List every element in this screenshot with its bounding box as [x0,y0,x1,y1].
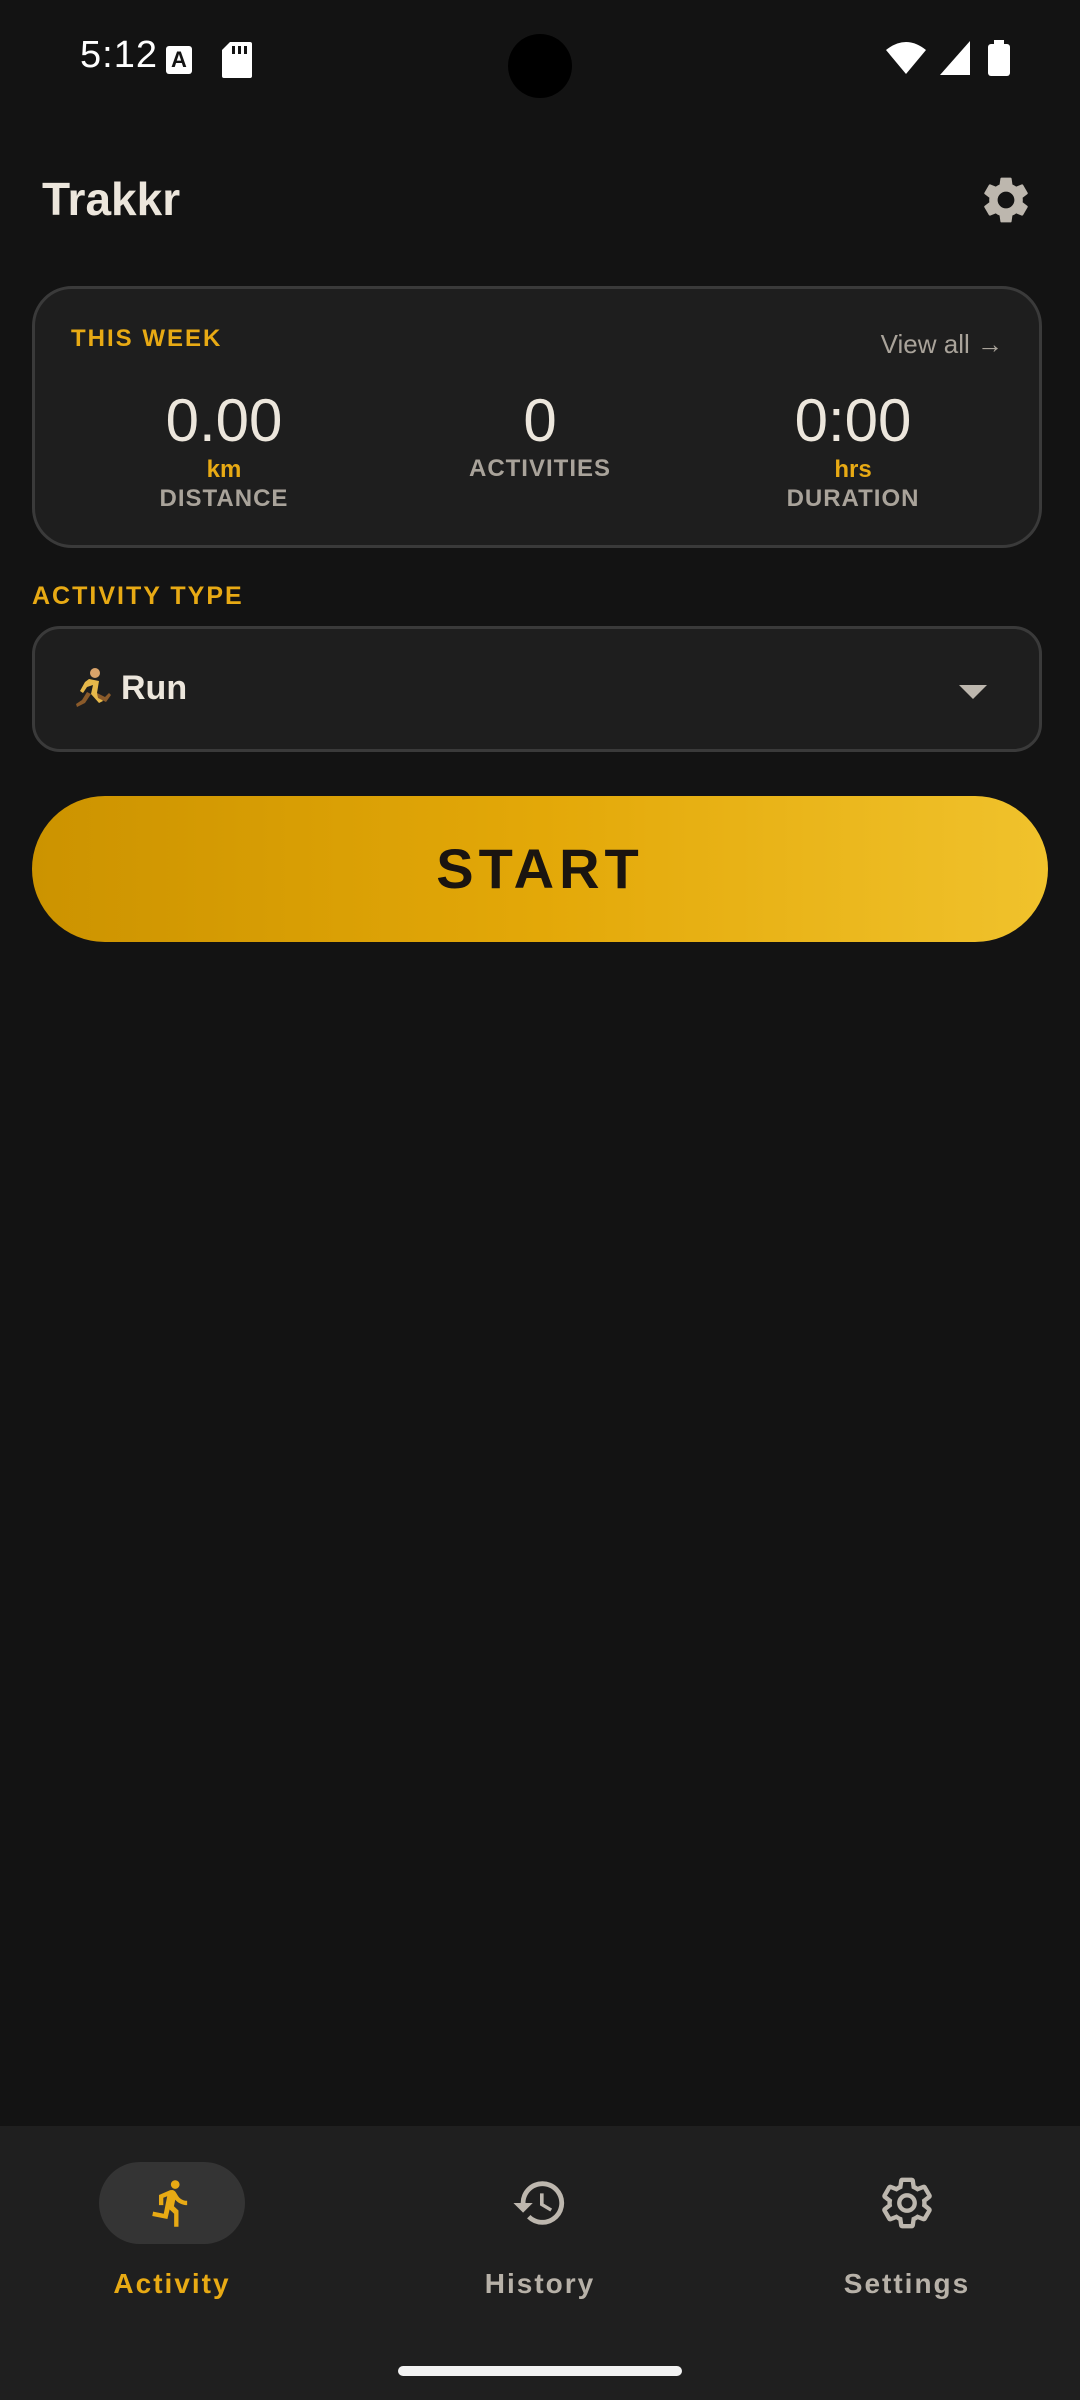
status-bar: 5:12 A [0,0,1080,120]
stat-distance-value: 0.00 [165,387,283,454]
nav-item-history[interactable]: History [390,2162,690,2300]
nav-label-activity: Activity [113,2268,231,2299]
stat-activities-label: ACTIVITIES [468,455,611,482]
app-title: Trakkr [42,173,181,225]
stat-distance: 0.00 km DISTANCE [74,389,374,513]
stat-activities-value: 0 [523,387,557,454]
stat-distance-unit: km [206,456,242,483]
status-time: 5:12 [80,34,158,76]
nav-item-settings[interactable]: Settings [757,2162,1057,2300]
week-label: THIS WEEK [71,325,223,352]
runner-icon [76,668,111,707]
settings-gear-icon[interactable] [978,172,1034,228]
activity-type-label: ACTIVITY TYPE [32,582,244,610]
run-icon [152,2180,188,2227]
nav-settings-pill [834,2162,980,2244]
stat-distance-label: DISTANCE [159,485,289,512]
gear-icon [882,2177,932,2229]
nav-history-pill [467,2162,613,2244]
view-all-link[interactable]: View all → [881,329,1003,360]
cell-signal-icon [940,41,974,75]
nav-active-indicator [99,2162,245,2244]
week-summary-card: THIS WEEK View all → 0.00 km DISTANCE 0 … [32,286,1042,548]
stat-duration-value: 0:00 [794,387,912,454]
history-icon [513,2181,565,2225]
start-button[interactable]: START [32,796,1048,942]
stat-duration-unit: hrs [834,456,872,483]
stat-activities: 0 ACTIVITIES [390,389,690,483]
activity-type-value: Run [121,669,188,707]
dropdown-arrow-icon [959,685,987,699]
home-indicator[interactable] [398,2366,682,2376]
nav-label-settings: Settings [843,2268,971,2299]
bottom-nav: Activity History Settings [0,2126,1080,2400]
stat-duration-label: DURATION [786,485,920,512]
stat-duration: 0:00 hrs DURATION [703,389,1003,513]
battery-icon [988,40,1010,76]
camera-cutout [508,34,572,98]
keyboard-notification-icon: A [166,46,192,74]
wifi-icon [886,42,926,74]
nav-item-activity[interactable]: Activity [22,2162,322,2300]
activity-type-dropdown[interactable]: Run [32,626,1042,752]
nav-label-history: History [484,2268,596,2299]
sd-card-icon [222,42,252,78]
